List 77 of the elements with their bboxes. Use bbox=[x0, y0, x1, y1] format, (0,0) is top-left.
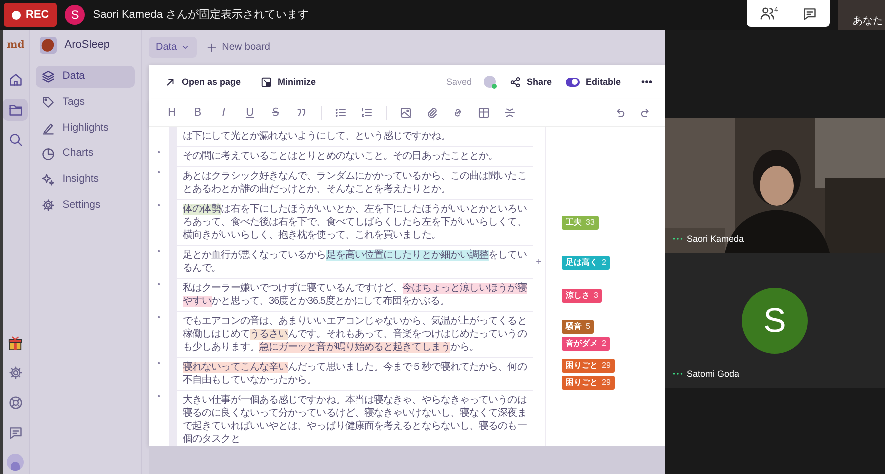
tag-chip[interactable]: 困りごと 29 bbox=[562, 376, 615, 390]
numbered-list-icon bbox=[361, 106, 373, 119]
home-icon bbox=[8, 73, 23, 87]
action-button[interactable]: Minimize bbox=[259, 74, 318, 92]
plus-icon bbox=[207, 42, 218, 53]
lifebuoy-icon bbox=[8, 396, 23, 410]
tag-icon bbox=[42, 96, 55, 110]
bullet: • bbox=[158, 247, 160, 256]
logo: md bbox=[7, 39, 25, 53]
sparkles-icon bbox=[42, 173, 55, 186]
presenter-avatar: S bbox=[65, 5, 86, 25]
people-icon bbox=[760, 6, 775, 21]
project-icon bbox=[40, 37, 57, 54]
chat-icon bbox=[803, 6, 818, 20]
divider-icon bbox=[504, 106, 516, 119]
attachment-icon bbox=[426, 106, 438, 119]
bullet: • bbox=[158, 280, 160, 290]
new-board-button[interactable]: New board bbox=[205, 38, 272, 58]
bullet: • bbox=[158, 201, 160, 210]
nav-item[interactable]: Charts bbox=[36, 143, 135, 165]
tag-chip[interactable]: 涼しさ 3 bbox=[562, 288, 602, 303]
participant-avatar: S bbox=[742, 288, 808, 354]
bullet: • bbox=[158, 359, 160, 368]
bullet: • bbox=[158, 148, 160, 158]
nav-item[interactable]: Insights bbox=[36, 169, 135, 191]
settings-icon bbox=[42, 199, 55, 212]
layers-icon bbox=[42, 70, 55, 84]
pie-chart-icon bbox=[42, 148, 55, 161]
highlighter-icon bbox=[42, 122, 55, 135]
open-icon bbox=[165, 76, 176, 88]
tag-chip[interactable]: 困りごと 29 bbox=[562, 359, 615, 374]
search-icon bbox=[8, 133, 23, 147]
user-avatar[interactable] bbox=[7, 454, 24, 471]
participant-name: Satomi Goda bbox=[687, 368, 740, 380]
link-icon bbox=[452, 106, 464, 119]
add-tag-button[interactable]: + bbox=[533, 258, 545, 268]
rail-folder-button[interactable] bbox=[3, 99, 28, 121]
minimize-icon bbox=[261, 76, 272, 88]
format-button[interactable]: H bbox=[161, 102, 183, 123]
nav-item[interactable]: Data bbox=[36, 66, 135, 88]
nav-item[interactable]: Settings bbox=[36, 194, 135, 216]
pinned-notice: Saori Kameda さんが固定表示されています bbox=[93, 8, 309, 23]
chat-button[interactable] bbox=[803, 6, 818, 20]
bullet: • bbox=[158, 392, 160, 402]
collaborator-avatar bbox=[484, 76, 496, 88]
bullet: • bbox=[158, 313, 160, 322]
tag-chip[interactable]: 音がダメ 2 bbox=[562, 336, 610, 351]
self-view-label: あなた bbox=[853, 15, 883, 29]
table-icon bbox=[478, 106, 490, 119]
format-button[interactable]: B bbox=[187, 102, 209, 123]
settings-icon bbox=[8, 366, 23, 380]
share-icon bbox=[510, 76, 521, 88]
bullet-list-icon bbox=[335, 106, 347, 119]
editable-toggle[interactable]: Editable bbox=[564, 74, 623, 92]
audio-indicator-icon bbox=[673, 372, 683, 376]
image-icon bbox=[400, 106, 412, 119]
chat-icon bbox=[8, 426, 23, 440]
bullet: • bbox=[158, 168, 160, 178]
tag-chip[interactable]: 工夫 33 bbox=[562, 216, 599, 230]
share-button[interactable]: Share bbox=[508, 74, 554, 92]
format-button[interactable]: S bbox=[265, 102, 287, 123]
tag-chip[interactable]: 足は高く 2 bbox=[562, 256, 610, 270]
folder-icon bbox=[8, 103, 23, 117]
audio-indicator-icon bbox=[673, 237, 683, 242]
action-button[interactable]: Open as page bbox=[163, 74, 244, 92]
nav-item[interactable]: Highlights bbox=[36, 118, 135, 140]
tag-chip[interactable]: 騒音 5 bbox=[562, 320, 594, 334]
format-button[interactable]: U bbox=[239, 102, 261, 123]
project-name: AroSleep bbox=[64, 38, 110, 54]
nav-item[interactable]: Tags bbox=[36, 92, 135, 114]
participant-name: Saori Kameda bbox=[687, 232, 744, 246]
save-status: Saved bbox=[446, 76, 472, 89]
format-button[interactable]: I bbox=[213, 102, 235, 123]
gift-icon bbox=[8, 336, 24, 350]
view-dropdown[interactable]: Data bbox=[149, 37, 198, 58]
rec-button[interactable]: REC bbox=[4, 2, 58, 28]
quote-icon bbox=[296, 106, 308, 119]
